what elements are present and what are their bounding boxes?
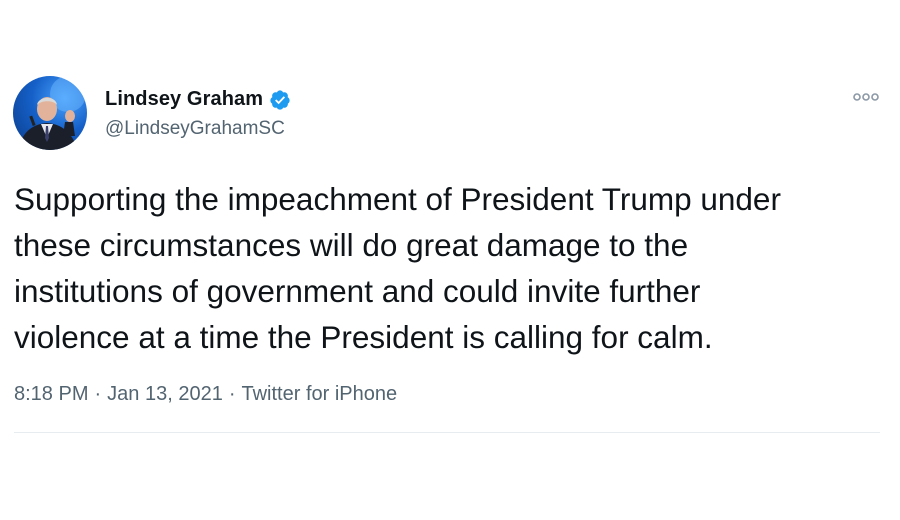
author-display-name[interactable]: Lindsey Graham <box>105 88 263 111</box>
author-handle[interactable]: @LindseyGrahamSC <box>105 118 285 140</box>
tweet-source[interactable]: Twitter for iPhone <box>241 383 397 406</box>
verified-badge-icon <box>269 89 291 111</box>
avatar-photo-icon <box>19 76 86 150</box>
more-options-icon[interactable] <box>849 86 883 108</box>
author-avatar[interactable] <box>13 76 87 150</box>
tweet-text: Supporting the impeachment of President … <box>14 181 781 355</box>
meta-separator: · <box>228 383 236 405</box>
tweet-date[interactable]: Jan 13, 2021 <box>107 383 223 406</box>
tweet-card: Lindsey Graham @LindseyGrahamSC Supporti… <box>0 0 900 520</box>
meta-separator: · <box>94 383 102 405</box>
tweet-meta: 8:18 PM · Jan 13, 2021 · Twitter for iPh… <box>14 383 397 406</box>
author-name-row: Lindsey Graham <box>105 88 291 111</box>
divider <box>14 432 880 433</box>
tweet-time[interactable]: 8:18 PM <box>14 383 88 406</box>
